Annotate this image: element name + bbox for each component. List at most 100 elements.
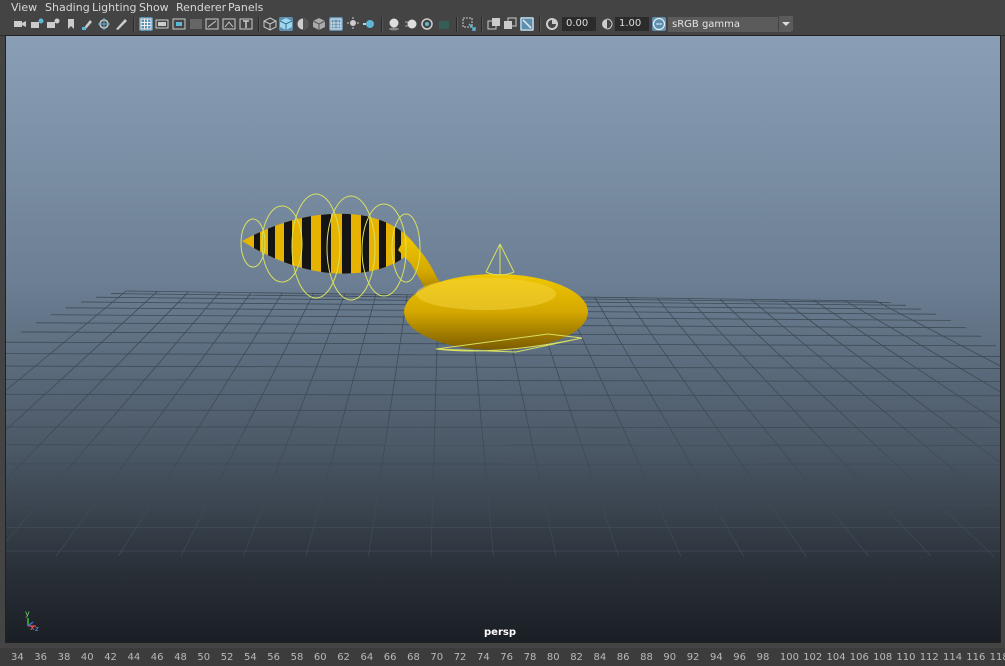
axis-indicator: y x z — [25, 609, 39, 633]
grid-line — [594, 297, 744, 557]
camera-attributes-icon[interactable] — [30, 17, 44, 31]
time-slider-ruler[interactable]: 34 36 38 40 42 44 46 48 50 52 54 56 58 60 62 64 66 68 70 72… — [0, 648, 1005, 666]
menu-lighting[interactable]: Lighting — [92, 1, 136, 14]
timeline-tick-label: 44 — [127, 652, 141, 663]
timeline-tick-label: 88 — [640, 652, 653, 663]
menu-panels[interactable]: Panels — [228, 1, 263, 14]
resolution-gate-icon[interactable] — [172, 17, 186, 31]
timeline-tick-label: 118 — [989, 652, 1005, 663]
panel-toolbar: 0.00 1.00 sRGB gamma — [0, 15, 1005, 36]
exposure-icon[interactable] — [545, 17, 559, 31]
exposure-field[interactable]: 0.00 — [562, 17, 596, 31]
timeline-tick-label: 54 — [244, 652, 257, 663]
motion-blur-icon[interactable] — [404, 17, 418, 31]
menu-shading[interactable]: Shading — [45, 1, 90, 14]
xray-joints-icon[interactable] — [487, 17, 501, 31]
hud-toggle-icon[interactable] — [520, 17, 534, 31]
timeline-tick-label: 98 — [756, 652, 770, 663]
timeline-tick-label: 104 — [826, 652, 846, 663]
timeline-tick-label: 68 — [407, 652, 420, 663]
timeline-tick-label: 70 — [430, 652, 444, 663]
gate-mask-icon[interactable] — [189, 17, 203, 31]
timeline-tick-label: 110 — [896, 652, 916, 663]
shadows-icon[interactable] — [362, 17, 376, 31]
use-all-lights-icon[interactable] — [346, 17, 360, 31]
timeline-tick-label: 64 — [360, 652, 374, 663]
timeline-tick-label: 38 — [57, 652, 71, 663]
safe-title-icon[interactable] — [239, 17, 253, 31]
grid-icon[interactable] — [139, 17, 153, 31]
ambient-occlusion-icon[interactable] — [387, 17, 401, 31]
timeline-tick-label: 50 — [197, 652, 211, 663]
timeline-tick-label: 114 — [943, 652, 963, 663]
menu-renderer[interactable]: Renderer — [176, 1, 226, 14]
perspective-viewport[interactable]: y x z persp — [5, 35, 1001, 643]
menu-show[interactable]: Show — [139, 1, 169, 14]
timeline-tick-label: 86 — [616, 652, 630, 663]
axis-y-label: y — [25, 609, 30, 618]
grid-line — [813, 299, 1000, 424]
camera-icon[interactable] — [13, 17, 27, 31]
panel-menu-bar: View Shading Lighting Show Renderer Pane… — [0, 0, 1005, 15]
safe-action-icon[interactable] — [222, 17, 236, 31]
grid-line — [6, 290, 127, 391]
timeline-tick-label: 100 — [779, 652, 799, 663]
color-management-dropdown[interactable]: sRGB gamma — [668, 17, 791, 32]
2d-pan-zoom-icon[interactable] — [97, 17, 111, 31]
timeline-tick-label: 66 — [383, 652, 397, 663]
grid-line — [6, 291, 158, 431]
timeline-tick-label: 76 — [500, 652, 514, 663]
timeline-tick-label: 96 — [733, 652, 747, 663]
timeline-tick-label: 36 — [34, 652, 48, 663]
bookmark-icon[interactable] — [46, 17, 60, 31]
timeline-tick-label: 40 — [80, 652, 94, 663]
timeline-tick-label: 102 — [803, 652, 823, 663]
film-gate-icon[interactable] — [155, 17, 169, 31]
timeline-tick-label: 46 — [150, 652, 164, 663]
grid-line — [6, 426, 1000, 429]
flat-shade-icon[interactable] — [312, 17, 326, 31]
axis-z-label: z — [35, 625, 39, 633]
isolate-select-icon[interactable] — [462, 17, 476, 31]
grid-line — [6, 353, 1000, 357]
menu-view[interactable]: View — [11, 1, 37, 14]
grid-line — [782, 299, 1000, 463]
smooth-shade-icon[interactable] — [279, 17, 293, 31]
color-management-icon[interactable] — [652, 17, 666, 31]
image-plane-icon[interactable] — [64, 17, 78, 31]
timeline-tick-label: 62 — [337, 652, 350, 663]
timeline-tick-label: 108 — [873, 652, 893, 663]
timeline-tick-label: 60 — [313, 652, 327, 663]
timeline-tick-label: 78 — [523, 652, 537, 663]
timeline-tick-label: 84 — [593, 652, 607, 663]
timeline-tick-label: 82 — [570, 652, 583, 663]
grid-line — [563, 296, 682, 557]
timeline-tick-label: 56 — [267, 652, 281, 663]
grid-line — [6, 291, 189, 480]
field-chart-icon[interactable] — [205, 17, 219, 31]
timeline-tick-label: 52 — [220, 652, 234, 663]
timeline-tick-label: 58 — [290, 652, 304, 663]
grid-line — [6, 379, 1000, 382]
timeline-tick-label: 94 — [710, 652, 723, 663]
timeline-tick-label: 74 — [477, 652, 490, 663]
wireframe-icon[interactable] — [263, 17, 277, 31]
timeline-tick-label: 48 — [174, 652, 187, 663]
xray-active-icon[interactable] — [503, 17, 517, 31]
grease-pencil-icon[interactable] — [80, 17, 94, 31]
grease-pencil-tool-icon[interactable] — [114, 17, 128, 31]
timeline-tick-label: 42 — [104, 652, 117, 663]
blob-body[interactable] — [404, 274, 588, 350]
gamma-field[interactable]: 1.00 — [615, 17, 649, 31]
xray-icon[interactable] — [329, 17, 343, 31]
chevron-down-icon[interactable] — [778, 16, 793, 31]
timeline-tick-label: 80 — [546, 652, 560, 663]
anti-aliasing-icon[interactable] — [420, 17, 434, 31]
gamma-icon[interactable] — [600, 17, 614, 31]
grid-line — [625, 297, 807, 557]
timeline-tick-label: 116 — [966, 652, 986, 663]
grid-line — [6, 409, 1000, 412]
depth-of-field-icon[interactable] — [437, 17, 451, 31]
default-material-icon[interactable] — [296, 17, 310, 31]
timeline-tick-label: 112 — [919, 652, 939, 663]
